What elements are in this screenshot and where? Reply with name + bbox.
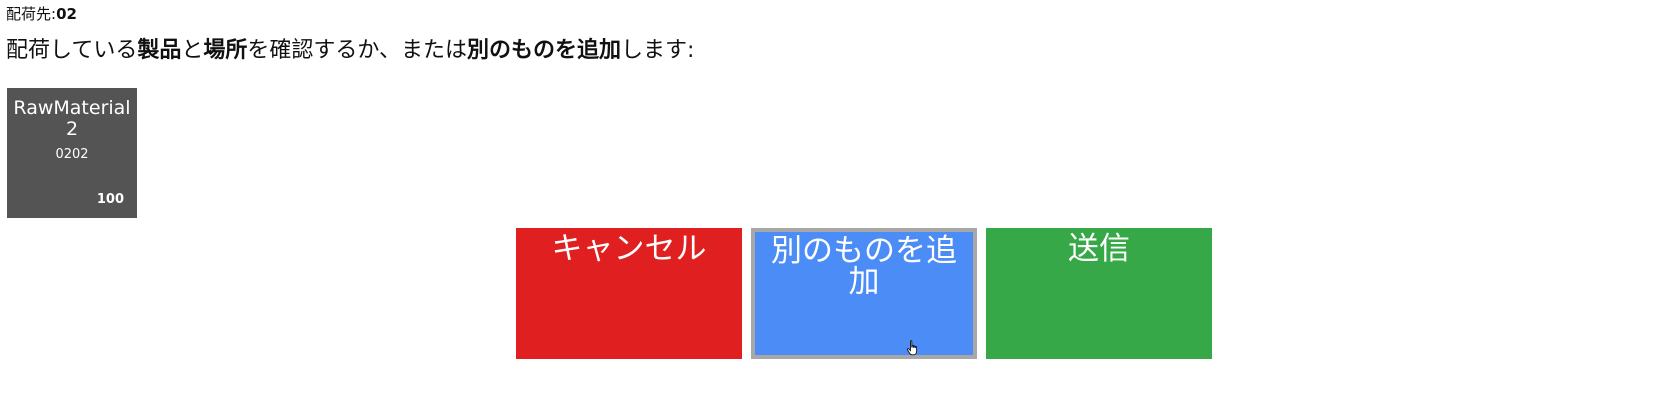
destination-label: 配荷先: (6, 5, 57, 23)
instruction-text: 配荷している製品と場所を確認するか、または別のものを追加します: (6, 36, 694, 66)
shipment-confirm-page: 配荷先:02 配荷している製品と場所を確認するか、または別のものを追加します: … (0, 0, 1653, 401)
destination-value: 02 (56, 5, 77, 23)
submit-button[interactable]: 送信 (986, 228, 1212, 359)
cancel-button[interactable]: キャンセル (516, 228, 742, 359)
instruction-part-2: と (181, 38, 204, 63)
instruction-bold-location: 場所 (203, 38, 248, 63)
item-name: RawMaterial2 (13, 97, 131, 140)
item-tile[interactable]: RawMaterial2 0202 100 (7, 88, 137, 218)
add-another-button[interactable]: 別のものを追加 (751, 228, 977, 359)
instruction-part-1: 配荷している (6, 38, 138, 63)
item-code: 0202 (55, 147, 89, 162)
instruction-bold-products: 製品 (137, 38, 182, 63)
instruction-bold-add-another: 別のものを追加 (466, 38, 621, 63)
instruction-part-4: します: (620, 38, 695, 63)
instruction-part-3: を確認するか、または (247, 38, 467, 63)
destination-line: 配荷先:02 (6, 4, 77, 24)
hand-pointer-icon (906, 340, 918, 356)
item-quantity: 100 (96, 192, 124, 207)
